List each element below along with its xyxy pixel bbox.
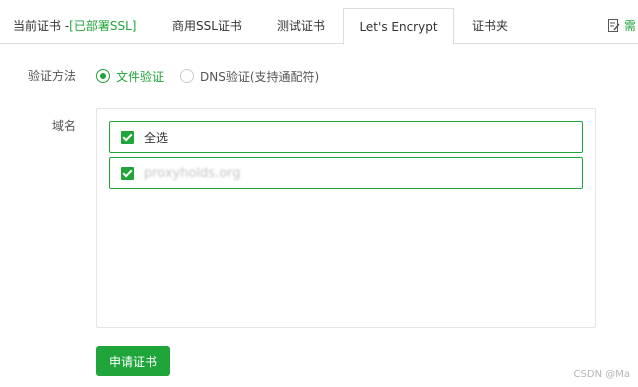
domain-row[interactable]: proxyholds.org	[109, 157, 583, 189]
apply-certificate-button[interactable]: 申请证书	[96, 346, 170, 376]
checkbox-checked-icon[interactable]	[121, 166, 134, 180]
file-verification-radio[interactable]: 文件验证	[96, 68, 164, 84]
select-all-label: 全选	[144, 130, 169, 145]
tab-current-certificate[interactable]: 当前证书 -[已部署SSL]	[13, 8, 136, 44]
select-all-row[interactable]: 全选	[109, 121, 583, 153]
tab-certificate-folder[interactable]: 证书夹	[472, 8, 508, 44]
tab-lets-encrypt[interactable]: Let's Encrypt	[343, 8, 454, 45]
tab-more[interactable]: 需	[608, 8, 636, 44]
dns-verification-label: DNS验证(支持通配符)	[200, 69, 320, 84]
tab-bar: 当前证书 -[已部署SSL] 商用SSL证书 测试证书 Let's Encryp…	[0, 0, 638, 45]
file-verification-label: 文件验证	[116, 69, 165, 84]
checkbox-checked-icon[interactable]	[121, 130, 134, 144]
ssl-deployed-status: [已部署SSL]	[69, 19, 137, 33]
tab-test-certificate[interactable]: 测试证书	[277, 8, 325, 44]
tab-commercial-ssl[interactable]: 商用SSL证书	[172, 8, 242, 44]
domain-name: proxyholds.org	[144, 165, 241, 181]
radio-unchecked-icon	[180, 69, 194, 83]
watermark: CSDN @Ma	[573, 369, 630, 380]
tab-current-label: 当前证书 -	[13, 19, 70, 33]
verification-method-label: 验证方法	[28, 69, 77, 83]
dns-verification-radio[interactable]: DNS验证(支持通配符)	[180, 68, 319, 84]
domain-label: 域名	[52, 119, 77, 133]
edit-note-icon	[608, 19, 620, 32]
tab-more-label: 需	[624, 19, 637, 33]
radio-checked-icon	[96, 69, 110, 83]
